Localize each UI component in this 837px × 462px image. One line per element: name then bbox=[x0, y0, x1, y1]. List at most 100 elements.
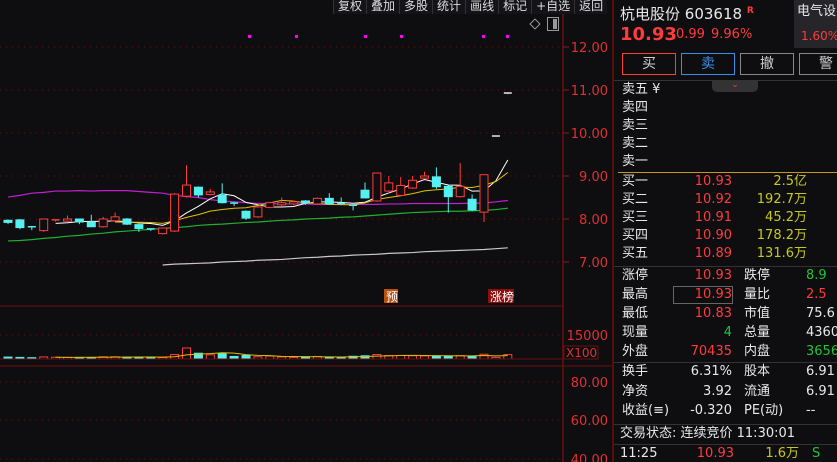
candle-body bbox=[241, 210, 251, 219]
candle-body bbox=[289, 201, 299, 205]
sell-level-label: 卖五 ¥ bbox=[622, 82, 661, 97]
fin-value: 3.92 bbox=[703, 383, 732, 399]
candle-body bbox=[15, 219, 25, 229]
stat-label: 现量 bbox=[622, 325, 649, 340]
buy-level-price: 10.92 bbox=[694, 192, 732, 207]
buy-button[interactable]: 买 bbox=[622, 53, 676, 75]
signal-dot bbox=[295, 35, 298, 38]
stock-code: 603618 bbox=[684, 5, 743, 23]
sector-pct: 1.60% bbox=[801, 29, 837, 43]
candle-body bbox=[193, 186, 203, 196]
volume-bar bbox=[372, 354, 382, 360]
toolbar-mark[interactable]: 标记 bbox=[498, 0, 532, 14]
buy-level-price: 10.91 bbox=[694, 210, 732, 225]
candle-body bbox=[301, 200, 310, 204]
volume-bar bbox=[479, 353, 489, 360]
toolbar-add-watch[interactable]: +自选 bbox=[531, 0, 575, 14]
buy-level-volume: 45.2万 bbox=[765, 210, 807, 225]
stat-value: 36563 bbox=[806, 344, 837, 359]
toolbar-fuquan[interactable]: 复权 bbox=[333, 0, 367, 14]
tick-price: 10.93 bbox=[696, 446, 734, 461]
trade-status: 交易状态: 连续竞价 11:30:01 bbox=[620, 426, 796, 441]
kline-chart[interactable]: 12.00 11.00 10.00 9.00 8.00 7.00 预 涨榜 15000 X100 8… bbox=[0, 0, 612, 462]
toolbar-multi[interactable]: 多股 bbox=[399, 0, 433, 14]
stat-value: 75.6 bbox=[806, 306, 835, 321]
chevron-down-icon: ⌄ bbox=[731, 80, 739, 90]
buy-level-price: 10.90 bbox=[694, 228, 732, 243]
price-tick-label: 11.00 bbox=[571, 84, 608, 99]
stat-value: 70435 bbox=[690, 344, 732, 359]
sell-level-label: 卖一 bbox=[622, 154, 649, 169]
stat-label: 总量 bbox=[744, 325, 771, 340]
buy-level-volume: 131.6万 bbox=[756, 246, 807, 261]
buy-level-price: 10.89 bbox=[694, 246, 732, 261]
signal-dot bbox=[482, 35, 485, 38]
alert-button[interactable]: 警 bbox=[799, 53, 837, 75]
stat-label: 涨停 bbox=[622, 268, 649, 283]
fin-label: 收益(≡) bbox=[622, 403, 670, 418]
fin-label: PE(动) bbox=[744, 403, 784, 418]
buy-level-label: 买三 bbox=[622, 210, 649, 225]
candle-body bbox=[253, 206, 263, 218]
panel-toggle-icon[interactable] bbox=[547, 17, 559, 31]
sell-button[interactable]: 卖 bbox=[681, 53, 735, 75]
candle-body bbox=[443, 185, 453, 198]
buy-level-volume: 178.2万 bbox=[756, 228, 807, 243]
candle-body bbox=[86, 221, 96, 228]
sector-name: 电气设 bbox=[797, 4, 837, 19]
stat-value: 8.9 bbox=[806, 268, 827, 283]
sector-box[interactable]: 电气设 1.60% bbox=[794, 0, 837, 48]
price-tick-label: 12.00 bbox=[571, 41, 608, 56]
fin-label: 流通 bbox=[744, 383, 771, 399]
candle-body bbox=[205, 191, 215, 195]
toolbar-back[interactable]: 返回 bbox=[574, 0, 608, 14]
candle-body bbox=[98, 218, 108, 228]
candle-body bbox=[467, 198, 477, 211]
stat-label: 量比 bbox=[744, 287, 771, 302]
fin-value: 6.91 bbox=[806, 364, 835, 379]
volume-bar bbox=[182, 347, 191, 360]
candle-body bbox=[455, 185, 465, 198]
candle-body bbox=[384, 182, 394, 192]
indicator-tick-label: 40.00 bbox=[571, 453, 608, 462]
candle-body bbox=[324, 197, 334, 205]
signal-dot bbox=[400, 35, 403, 38]
toolbar-stats[interactable]: 统计 bbox=[432, 0, 466, 14]
buy-level-price: 10.93 bbox=[694, 174, 732, 189]
volume-unit: X100 bbox=[566, 346, 597, 360]
candle-body bbox=[479, 174, 489, 213]
candle-body bbox=[110, 216, 120, 222]
stat-value: 2.5 bbox=[806, 287, 827, 302]
sell-level-label: 卖四 bbox=[622, 100, 649, 115]
candle-body bbox=[182, 184, 191, 197]
fin-value: 6.31% bbox=[690, 364, 732, 379]
toolbar-draw[interactable]: 画线 bbox=[465, 0, 499, 14]
buy-level-volume: 192.7万 bbox=[756, 192, 807, 207]
cancel-button[interactable]: 撤 bbox=[740, 53, 794, 75]
buy-level-label: 买四 bbox=[622, 228, 649, 243]
candle-body bbox=[265, 202, 275, 208]
stat-label: 市值 bbox=[744, 306, 771, 321]
last-price: 10.93 bbox=[620, 24, 677, 45]
candle-body bbox=[312, 197, 322, 205]
candle-body bbox=[122, 218, 132, 225]
fin-value: -0.320 bbox=[690, 403, 732, 418]
signal-dot bbox=[248, 35, 251, 38]
toolbar-overlay[interactable]: 叠加 bbox=[366, 0, 400, 14]
stock-name: 杭电股份 bbox=[620, 5, 681, 23]
indicator-tick-label: 60.00 bbox=[571, 414, 608, 429]
volume-bar bbox=[241, 354, 251, 360]
expand-tab[interactable]: ⌄ bbox=[712, 80, 758, 92]
stat-value: 4 bbox=[723, 325, 732, 340]
fin-label: 换手 bbox=[622, 364, 649, 379]
candle-body bbox=[360, 189, 370, 199]
candle-body bbox=[420, 175, 429, 179]
buy-level-label: 买二 bbox=[622, 192, 649, 207]
rzrq-badge: R bbox=[746, 6, 754, 16]
moving-average-line bbox=[7, 190, 508, 205]
candle-body bbox=[396, 184, 406, 196]
candle-body bbox=[158, 227, 168, 235]
indicator-tick-label: 80.00 bbox=[571, 376, 608, 391]
event-marker: 预 bbox=[386, 290, 398, 304]
buy-level-label: 买五 bbox=[622, 246, 649, 261]
